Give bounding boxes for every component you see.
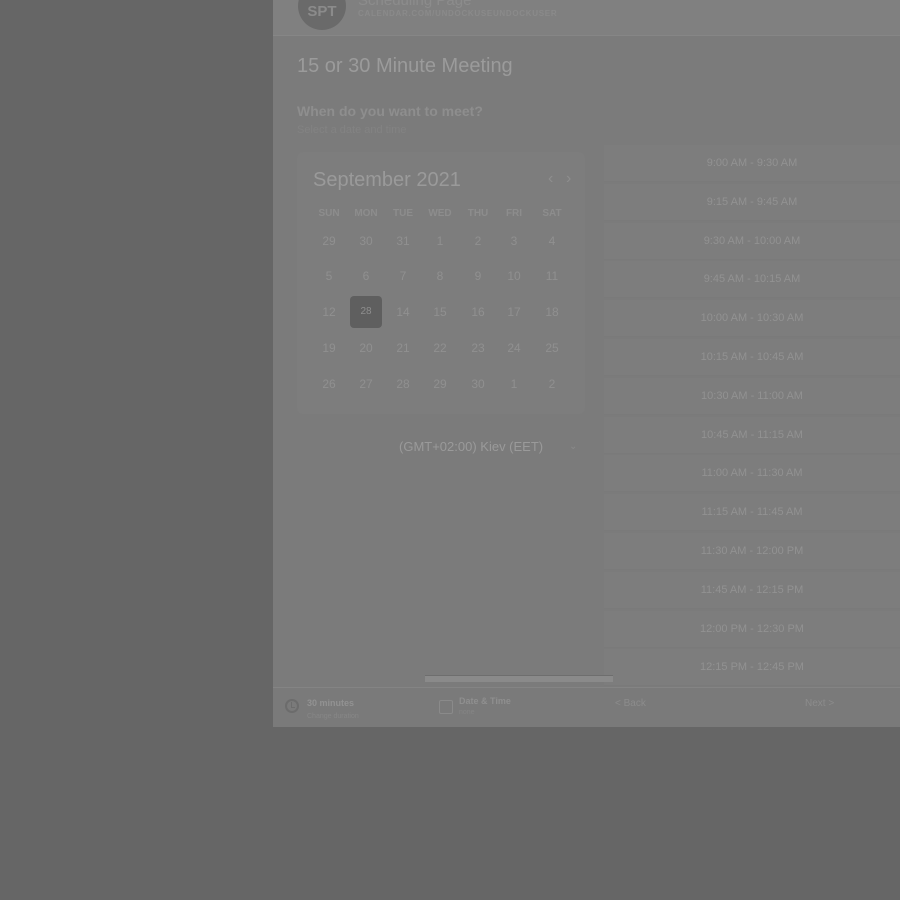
calendar-day[interactable]: 28 [387, 368, 419, 400]
avatar: SPT [298, 0, 346, 30]
time-slot[interactable]: 9:30 AM - 10:00 AM [604, 222, 900, 260]
weekday-label: TUE [393, 208, 413, 219]
calendar-day[interactable]: 11 [536, 260, 568, 292]
calendar-day[interactable]: 14 [387, 296, 419, 328]
calendar-day[interactable]: 3 [498, 225, 530, 257]
calendar-day[interactable]: 27 [350, 368, 382, 400]
calendar-day[interactable]: 19 [313, 332, 345, 364]
time-slot[interactable]: 12:15 PM - 12:45 PM [604, 649, 900, 687]
header-bar: SPT Scheduling Page CALENDAR.COM/UNDOCKU… [273, 0, 900, 36]
next-month-button[interactable]: › [566, 170, 571, 188]
time-slot[interactable]: 11:00 AM - 11:30 AM [604, 455, 900, 493]
calendar-day[interactable]: 9 [462, 260, 494, 292]
calendar-day[interactable]: 20 [350, 332, 382, 364]
weekday-label: SUN [318, 208, 340, 219]
time-slot[interactable]: 9:00 AM - 9:30 AM [604, 145, 900, 182]
weekday-label: MON [354, 208, 378, 219]
time-slot[interactable]: 10:45 AM - 11:15 AM [604, 416, 900, 454]
time-slot[interactable]: 11:45 AM - 12:15 PM [604, 571, 900, 609]
scheduling-panel: SPT Scheduling Page CALENDAR.COM/UNDOCKU… [273, 0, 900, 727]
weekday-label: SAT [542, 208, 562, 219]
time-slot[interactable]: 9:15 AM - 9:45 AM [604, 183, 900, 221]
calendar-day[interactable]: 2 [462, 225, 494, 257]
calendar-day[interactable]: 12 [313, 296, 345, 328]
calendar-day[interactable]: 17 [498, 296, 530, 328]
progress-bar [425, 675, 613, 682]
prev-month-button[interactable]: ‹ [548, 170, 553, 188]
calendar-day[interactable]: 31 [387, 225, 419, 257]
calendar-month-label: September 2021 [313, 169, 461, 191]
calendar-day[interactable]: 4 [536, 225, 568, 257]
chevron-down-icon[interactable]: ⌄ [569, 441, 577, 452]
next-button[interactable]: Next > [805, 698, 834, 709]
calendar-day[interactable]: 25 [536, 332, 568, 364]
calendar-day-selected[interactable]: 28 [350, 296, 382, 328]
calendar-day[interactable]: 7 [387, 260, 419, 292]
calendar-day[interactable]: 15 [424, 296, 456, 328]
calendar-day[interactable]: 2 [536, 368, 568, 400]
weekday-label: FRI [505, 208, 523, 219]
duration-sub[interactable]: Change duration [307, 713, 359, 720]
calendar-day[interactable]: 22 [424, 332, 456, 364]
clock-icon [285, 699, 299, 713]
datetime-sub: none [459, 709, 475, 716]
duration-label[interactable]: 30 minutes [307, 698, 354, 708]
time-slot[interactable]: 10:15 AM - 10:45 AM [604, 339, 900, 376]
calendar-day[interactable]: 10 [498, 260, 530, 292]
time-slot[interactable]: 10:30 AM - 11:00 AM [604, 377, 900, 415]
weekday-label: THU [467, 208, 489, 219]
calendar-day[interactable]: 8 [424, 260, 456, 292]
calendar-icon [439, 700, 453, 714]
calendar-day[interactable]: 5 [313, 260, 345, 292]
when-title: When do you want to meet? [297, 103, 483, 119]
calendar-day[interactable]: 26 [313, 368, 345, 400]
calendar-day[interactable]: 29 [424, 368, 456, 400]
calendar-day[interactable]: 16 [462, 296, 494, 328]
calendar-day[interactable]: 30 [350, 225, 382, 257]
when-subtitle: Select a date and time [297, 124, 407, 136]
calendar-day[interactable]: 6 [350, 260, 382, 292]
calendar-day[interactable]: 30 [462, 368, 494, 400]
calendar: September 2021 ‹ › SUN MON TUE WED THU FRI SAT… [297, 152, 585, 414]
time-slot[interactable]: 11:30 AM - 12:00 PM [604, 533, 900, 570]
time-slot[interactable]: 12:00 PM - 12:30 PM [604, 610, 900, 648]
page-url: CALENDAR.COM/UNDOCKUSEUNDOCKUSER [358, 9, 558, 18]
page-name: Scheduling Page [358, 0, 472, 9]
calendar-day[interactable]: 29 [313, 225, 345, 257]
calendar-day[interactable]: 21 [387, 332, 419, 364]
calendar-day[interactable]: 23 [462, 332, 494, 364]
calendar-day[interactable]: 1 [424, 225, 456, 257]
calendar-day[interactable]: 1 [498, 368, 530, 400]
time-slot[interactable]: 11:15 AM - 11:45 AM [604, 494, 900, 532]
weekday-label: WED [428, 208, 452, 219]
datetime-label: Date & Time [459, 696, 511, 706]
time-slot[interactable]: 10:00 AM - 10:30 AM [604, 300, 900, 338]
time-slot[interactable]: 9:45 AM - 10:15 AM [604, 261, 900, 299]
calendar-day[interactable]: 18 [536, 296, 568, 328]
event-title: 15 or 30 Minute Meeting [297, 55, 513, 77]
back-button[interactable]: < Back [615, 698, 646, 709]
timezone-selector[interactable]: (GMT+02:00) Kiev (EET) [399, 439, 543, 454]
calendar-day[interactable]: 24 [498, 332, 530, 364]
footer-bar: 30 minutes Change duration Date & Time n… [273, 675, 900, 727]
